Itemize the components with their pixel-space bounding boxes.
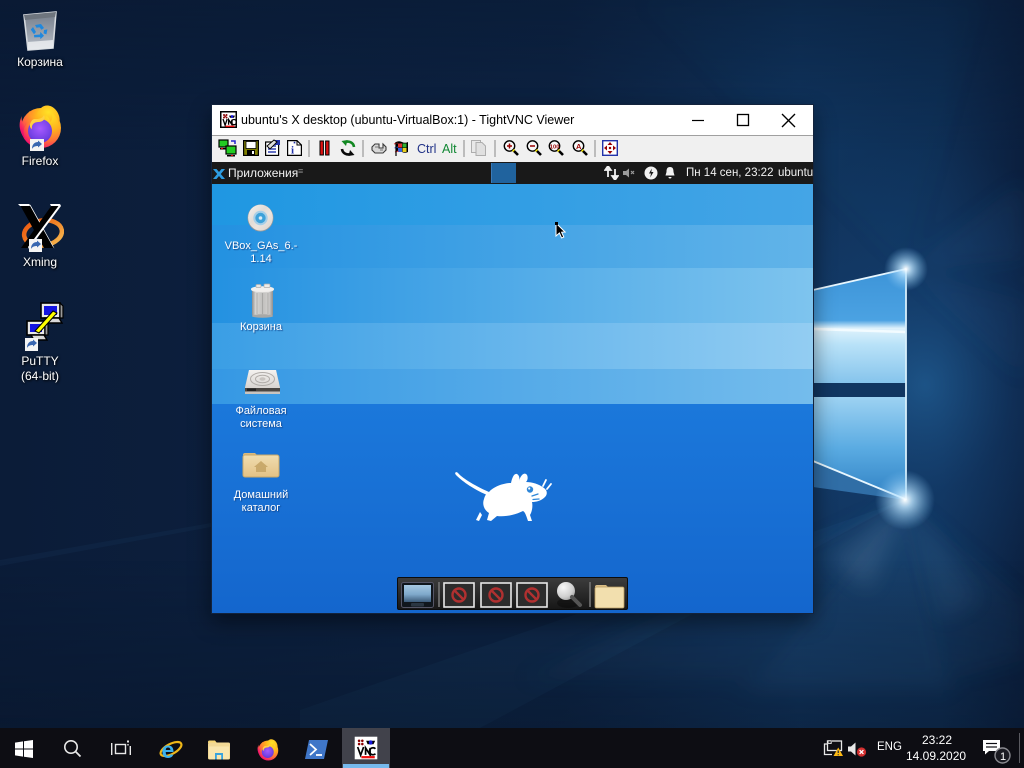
svg-text:i: i xyxy=(291,145,294,157)
svg-text:e: e xyxy=(162,737,175,763)
svg-text:Ctrl: Ctrl xyxy=(417,142,436,156)
svg-text:Alt: Alt xyxy=(442,142,457,156)
svg-text:100: 100 xyxy=(550,144,560,150)
svg-text:1: 1 xyxy=(1000,751,1006,763)
svg-text:A: A xyxy=(576,142,582,151)
